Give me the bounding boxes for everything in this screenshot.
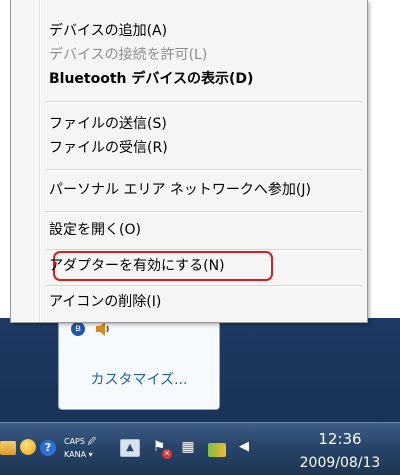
customize-link[interactable]: カスタマイズ...: [59, 369, 219, 389]
menu-item-enable-adapter[interactable]: アダプターを有効にする(N): [49, 255, 225, 277]
power-icon[interactable]: [208, 443, 226, 457]
menu-item-add-device[interactable]: デバイスの追加(A): [49, 20, 167, 42]
menu-item-remove-icon[interactable]: アイコンの削除(I): [49, 291, 161, 313]
menu-item-send-file[interactable]: ファイルの送信(S): [49, 113, 167, 135]
bluetooth-icon[interactable]: ʙ: [71, 322, 85, 336]
volume-icon[interactable]: ◀: [236, 439, 252, 455]
menu-item-allow-connection: デバイスの接続を許可(L): [49, 47, 208, 63]
app-tray-icon[interactable]: [20, 439, 36, 455]
menu-item-show-bluetooth-devices[interactable]: Bluetooth デバイスの表示(D): [49, 68, 253, 90]
menu-gutter-line-highlight: [40, 0, 41, 322]
clock-time: 12:36: [318, 430, 362, 448]
network-icon[interactable]: ▦: [180, 439, 196, 455]
menu-item-open-settings[interactable]: 設定を開く(O): [49, 219, 141, 241]
ime-status[interactable]: CAPS 🖉 KANA ▾: [64, 435, 108, 465]
ime-kana-label: KANA: [64, 450, 87, 459]
menu-separator: [45, 101, 363, 103]
menu-item-receive-file[interactable]: ファイルの受信(R): [49, 137, 168, 159]
ime-caps-label: CAPS: [64, 437, 85, 446]
menu-separator: [45, 285, 363, 287]
show-hidden-icons-button[interactable]: ▲: [120, 439, 140, 457]
clock-date: 2009/08/13: [299, 455, 381, 471]
help-icon[interactable]: ?: [40, 440, 56, 456]
menu-separator: [45, 169, 363, 171]
notification-overflow-flyout: ʙ カスタマイズ...: [58, 308, 220, 410]
menu-item-join-pan[interactable]: パーソナル エリア ネットワークへ参加(J): [49, 179, 311, 201]
folder-icon[interactable]: [0, 441, 16, 455]
error-badge-icon: ✕: [162, 449, 172, 459]
taskbar: ? CAPS 🖉 KANA ▾ ▲ ⚑ ✕ ▦ ◀ 12:36 2009/08/…: [0, 422, 400, 475]
taskbar-clock[interactable]: 12:36 2009/08/13: [294, 429, 386, 473]
menu-separator: [45, 211, 363, 213]
speaker-icon[interactable]: [95, 321, 113, 337]
ime-pen-icon: 🖉: [87, 437, 97, 446]
bluetooth-context-menu: デバイスの追加(A) デバイスの接続を許可(L) Bluetooth デバイスの…: [10, 0, 368, 323]
